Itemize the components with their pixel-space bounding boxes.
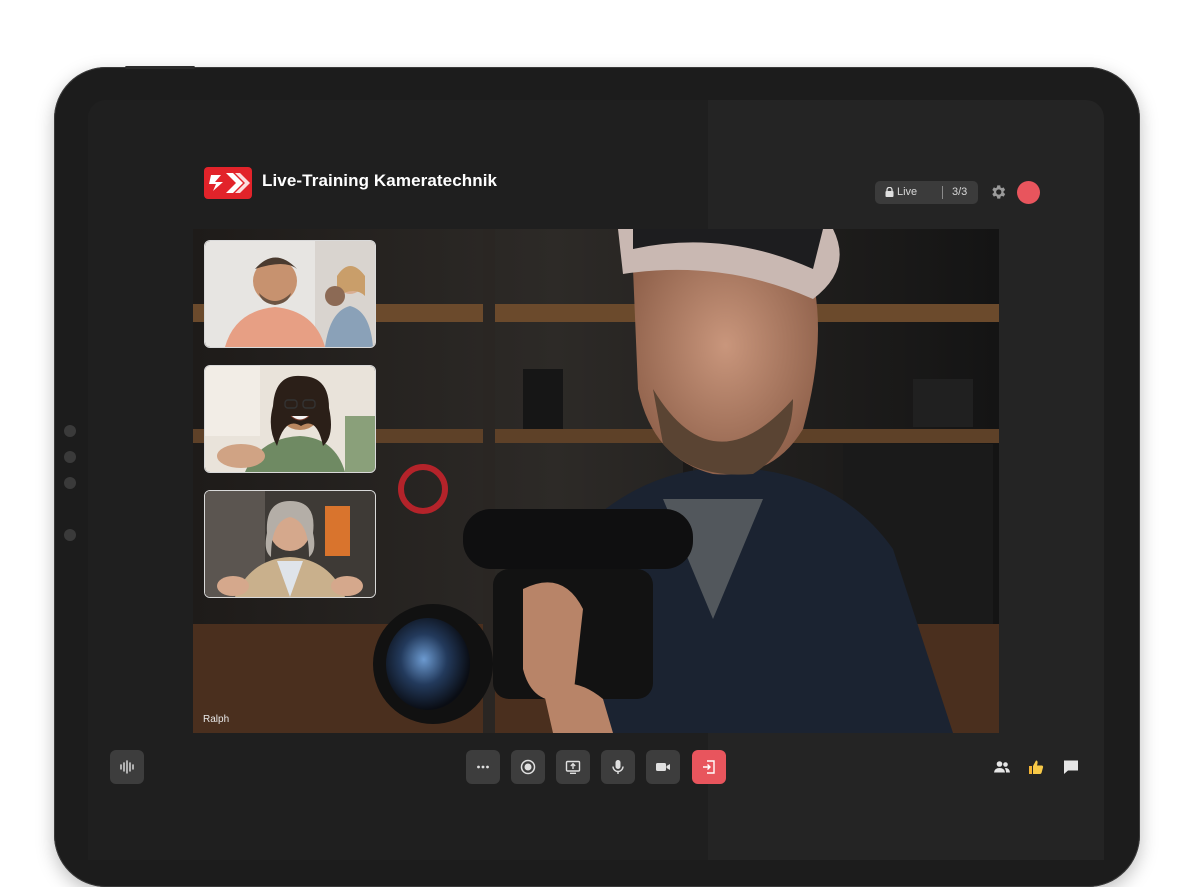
participant-video <box>205 241 375 347</box>
share-screen-button[interactable] <box>556 750 590 784</box>
settings-gear-icon[interactable] <box>989 183 1007 201</box>
share-screen-icon <box>565 760 581 775</box>
recording-indicator[interactable] <box>1017 181 1040 204</box>
record-button[interactable] <box>511 750 545 784</box>
participant-video <box>205 491 375 597</box>
participant-tile[interactable] <box>204 365 376 473</box>
speaker-name-label: Ralph <box>203 714 230 725</box>
device-side-button <box>64 477 76 489</box>
page-title: Live-Training Kameratechnik <box>262 171 498 190</box>
audio-waveform-icon <box>120 760 134 774</box>
microphone-button[interactable] <box>601 750 635 784</box>
device-side-button <box>64 425 76 437</box>
participant-count: 3/3 <box>952 186 968 198</box>
camera-button[interactable] <box>646 750 680 784</box>
chat-icon[interactable] <box>1062 758 1080 776</box>
lock-icon <box>885 187 894 197</box>
brand-logo <box>204 167 252 199</box>
live-status-badge: Live 3/3 <box>875 181 978 204</box>
participant-video <box>205 366 375 472</box>
microphone-icon <box>612 760 624 774</box>
participants-icon[interactable] <box>993 758 1011 776</box>
record-icon <box>520 759 536 775</box>
device-top-button <box>125 66 195 69</box>
leave-meeting-button[interactable] <box>692 750 726 784</box>
more-icon <box>477 765 489 769</box>
camera-icon <box>656 763 670 771</box>
more-options-button[interactable] <box>466 750 500 784</box>
leave-icon <box>703 760 715 774</box>
status-divider <box>942 186 943 199</box>
device-side-button <box>64 451 76 463</box>
participant-tile[interactable] <box>204 490 376 598</box>
live-label: Live <box>897 186 918 198</box>
app-screen: Live-Training Kameratechnik Live 3/3 Ral… <box>88 100 1104 860</box>
participant-tile[interactable] <box>204 240 376 348</box>
audio-settings-button[interactable] <box>110 750 144 784</box>
device-side-button <box>64 529 76 541</box>
reaction-thumbs-up-icon[interactable] <box>1027 758 1045 776</box>
